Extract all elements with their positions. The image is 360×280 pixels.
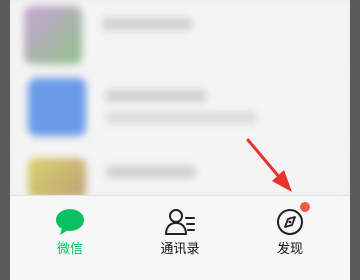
contacts-icon <box>165 209 195 235</box>
tab-label: 微信 <box>56 242 83 257</box>
chat-list-item[interactable] <box>10 0 350 70</box>
app-screen: 微信 通讯录 发现 <box>10 0 350 280</box>
chat-list-blurred <box>10 0 350 198</box>
chat-name-blurred <box>106 90 206 102</box>
avatar <box>24 6 82 64</box>
chat-preview-blurred <box>106 112 256 124</box>
avatar <box>28 158 86 198</box>
tab-discover[interactable]: 发现 <box>240 196 340 280</box>
chat-name-blurred <box>106 166 196 178</box>
avatar <box>28 78 86 136</box>
tab-label: 通讯录 <box>160 242 200 257</box>
device-frame: 微信 通讯录 发现 <box>0 0 360 280</box>
tab-chats[interactable]: 微信 <box>20 196 120 280</box>
tab-contacts[interactable]: 通讯录 <box>130 196 230 280</box>
chat-bubble-icon <box>56 209 84 235</box>
compass-icon <box>277 209 303 235</box>
chat-list-item[interactable] <box>10 72 350 142</box>
tab-label: 发现 <box>276 242 303 257</box>
bottom-tab-bar: 微信 通讯录 发现 <box>10 195 350 280</box>
chat-list-item[interactable] <box>10 144 350 198</box>
chat-name-blurred <box>102 18 192 30</box>
notification-badge <box>300 202 310 212</box>
